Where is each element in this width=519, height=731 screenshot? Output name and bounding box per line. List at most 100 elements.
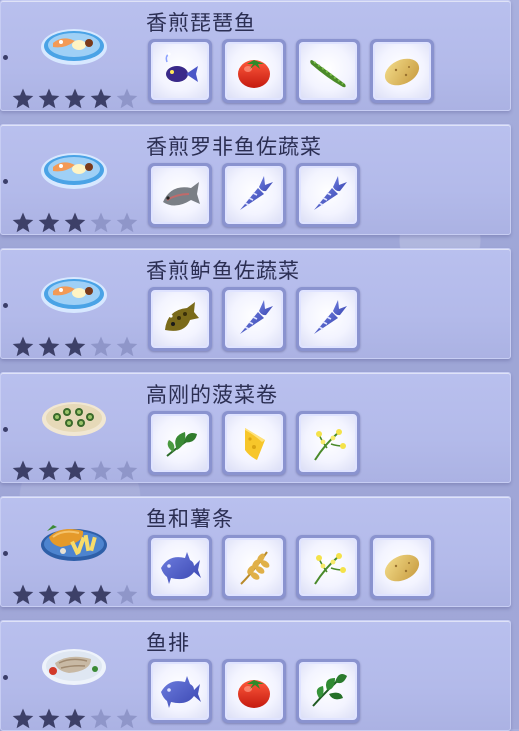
ingredient-slot[interactable] (296, 659, 360, 723)
recipe-name: 高刚的菠菜卷 (146, 383, 278, 407)
star-empty-icon (90, 336, 112, 357)
ingredient-slot[interactable] (296, 535, 360, 599)
ingredient-slot[interactable] (370, 39, 434, 103)
star-rating (11, 87, 139, 111)
tomato-icon (225, 662, 283, 720)
ingredient-slots (148, 411, 360, 475)
recipe-name: 香煎鲈鱼佐蔬菜 (146, 259, 300, 283)
fish-steak-plate-icon (39, 641, 109, 687)
ingredient-slot[interactable] (296, 411, 360, 475)
star-rating (11, 335, 139, 359)
star-empty-icon (116, 212, 138, 233)
card-marker (3, 551, 8, 556)
flower-herb-icon (299, 538, 357, 596)
star-empty-icon (116, 88, 138, 109)
star-filled-icon (64, 212, 86, 233)
star-filled-icon (12, 212, 34, 233)
tomato-icon (225, 42, 283, 100)
bass-fish-icon (151, 290, 209, 348)
recipe-name: 香煎罗非鱼佐蔬菜 (146, 135, 322, 159)
potato-icon (373, 538, 431, 596)
cucumber-icon (299, 42, 357, 100)
star-empty-icon (116, 708, 138, 729)
ingredient-slot[interactable] (222, 535, 286, 599)
recipe-card[interactable]: 香煎琵琶鱼 (0, 0, 511, 111)
ingredient-slot[interactable] (296, 163, 360, 227)
ingredient-slot[interactable] (222, 163, 286, 227)
star-filled-icon (64, 336, 86, 357)
spinach-icon (151, 414, 209, 472)
recipe-name: 鱼和薯条 (146, 507, 234, 531)
star-filled-icon (64, 460, 86, 481)
ingredient-slot[interactable] (222, 411, 286, 475)
star-empty-icon (116, 460, 138, 481)
ingredient-slots (148, 659, 360, 723)
star-rating (11, 211, 139, 235)
recipe-card[interactable]: 香煎鲈鱼佐蔬菜 (0, 248, 511, 359)
ingredient-slot[interactable] (148, 163, 212, 227)
wheat-icon (225, 538, 283, 596)
star-rating (11, 459, 139, 483)
flower-herb-icon (299, 414, 357, 472)
recipe-name: 香煎琵琶鱼 (146, 11, 256, 35)
star-filled-icon (12, 460, 34, 481)
card-marker (3, 427, 8, 432)
card-marker (3, 675, 8, 680)
fish-category-icon (151, 538, 209, 596)
star-filled-icon (64, 584, 86, 605)
tilapia-icon (151, 166, 209, 224)
recipe-card[interactable]: 鱼和薯条 (0, 496, 511, 607)
star-empty-icon (90, 212, 112, 233)
ingredient-slot[interactable] (148, 287, 212, 351)
seafood-plate-icon (39, 145, 109, 191)
ingredient-slot[interactable] (148, 659, 212, 723)
ingredient-slots (148, 39, 434, 103)
ingredient-slot[interactable] (148, 535, 212, 599)
star-rating (11, 707, 139, 731)
star-empty-icon (90, 460, 112, 481)
spinach-rolls-plate-icon (39, 393, 109, 439)
ingredient-slot[interactable] (370, 535, 434, 599)
ingredient-slots (148, 535, 434, 599)
ingredient-slot[interactable] (296, 287, 360, 351)
ingredient-slot[interactable] (222, 39, 286, 103)
recipe-card[interactable]: 高刚的菠菜卷 (0, 372, 511, 483)
star-filled-icon (38, 88, 60, 109)
carrot-icon (225, 166, 283, 224)
star-filled-icon (38, 460, 60, 481)
star-filled-icon (90, 584, 112, 605)
carrot-icon (299, 166, 357, 224)
star-filled-icon (12, 336, 34, 357)
recipe-card[interactable]: 鱼排 (0, 620, 511, 731)
star-filled-icon (64, 88, 86, 109)
card-marker (3, 55, 8, 60)
ingredient-slot[interactable] (222, 287, 286, 351)
star-filled-icon (64, 708, 86, 729)
star-filled-icon (38, 584, 60, 605)
star-filled-icon (38, 336, 60, 357)
star-filled-icon (12, 88, 34, 109)
star-rating (11, 583, 139, 607)
card-marker (3, 179, 8, 184)
cheese-icon (225, 414, 283, 472)
seafood-plate-icon (39, 21, 109, 67)
ingredient-slot[interactable] (296, 39, 360, 103)
ingredient-slots (148, 287, 360, 351)
ingredient-slots (148, 163, 360, 227)
potato-icon (373, 42, 431, 100)
fish-and-chips-plate-icon (39, 517, 109, 563)
star-filled-icon (12, 708, 34, 729)
ingredient-slot[interactable] (222, 659, 286, 723)
fish-category-icon (151, 662, 209, 720)
seafood-plate-icon (39, 269, 109, 315)
recipe-card[interactable]: 香煎罗非鱼佐蔬菜 (0, 124, 511, 235)
carrot-icon (225, 290, 283, 348)
star-filled-icon (12, 584, 34, 605)
carrot-icon (299, 290, 357, 348)
star-empty-icon (116, 584, 138, 605)
ingredient-slot[interactable] (148, 411, 212, 475)
ingredient-slot[interactable] (148, 39, 212, 103)
basil-icon (299, 662, 357, 720)
star-empty-icon (90, 708, 112, 729)
star-empty-icon (116, 336, 138, 357)
